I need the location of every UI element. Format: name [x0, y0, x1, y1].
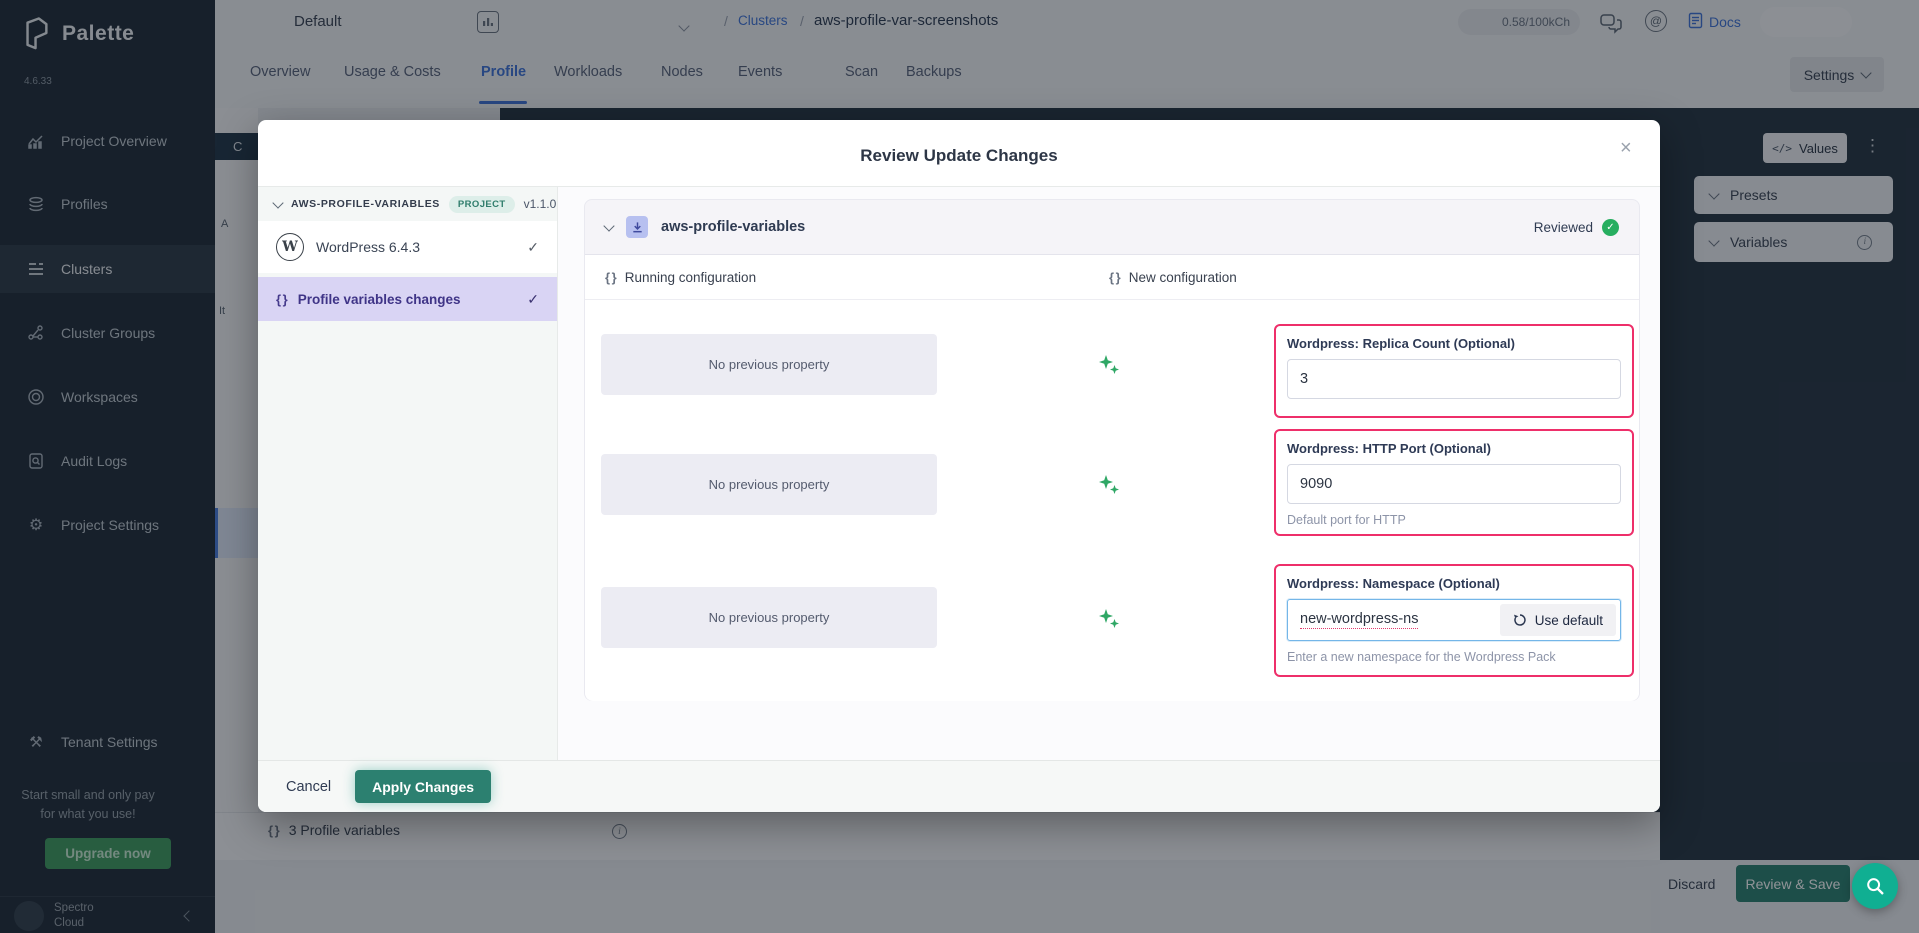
braces-icon: { } — [605, 270, 616, 285]
profile-chevron-icon — [272, 197, 283, 208]
http-port-helper: Default port for HTTP — [1287, 513, 1621, 527]
http-port-field-group: Wordpress: HTTP Port (Optional) Default … — [1274, 429, 1634, 536]
running-config-column-header: { } Running configuration — [605, 255, 756, 299]
no-previous-property: No previous property — [601, 334, 937, 395]
pack-card-header[interactable]: aws-profile-variables Reviewed ✓ — [585, 200, 1639, 255]
new-value-sparkle-icon — [1097, 353, 1121, 377]
modal-title: Review Update Changes — [258, 146, 1660, 166]
namespace-value[interactable]: new-wordpress-ns — [1300, 611, 1418, 629]
pack-chevron-icon — [603, 220, 614, 231]
profile-name: AWS-PROFILE-VARIABLES — [291, 198, 440, 210]
pack-icon — [626, 216, 648, 238]
modal-content: aws-profile-variables Reviewed ✓ { } Run… — [558, 186, 1660, 780]
namespace-label: Wordpress: Namespace (Optional) — [1287, 576, 1621, 591]
new-config-column-header: { } New configuration — [1109, 255, 1237, 299]
http-port-label: Wordpress: HTTP Port (Optional) — [1287, 441, 1621, 456]
column-divider — [585, 299, 1639, 300]
no-previous-property: No previous property — [601, 587, 937, 648]
replica-count-field-group: Wordpress: Replica Count (Optional) — [1274, 324, 1634, 418]
config-diff-body: { } Running configuration { } New config… — [585, 255, 1639, 701]
pack-changes-card: aws-profile-variables Reviewed ✓ { } Run… — [584, 199, 1640, 701]
namespace-field-group: Wordpress: Namespace (Optional) new-word… — [1274, 564, 1634, 677]
modal-footer: Cancel Apply Changes — [258, 760, 1660, 812]
modal-left-panel: AWS-PROFILE-VARIABLES PROJECT v1.1.0 W W… — [258, 186, 558, 780]
project-badge: PROJECT — [449, 196, 515, 213]
check-icon: ✓ — [527, 239, 539, 256]
braces-icon: { } — [276, 292, 287, 307]
new-value-sparkle-icon — [1097, 607, 1121, 631]
profile-version: v1.1.0 — [524, 197, 557, 211]
help-fab[interactable] — [1852, 863, 1898, 909]
replica-count-input[interactable] — [1287, 359, 1621, 399]
reviewed-status: Reviewed ✓ — [1534, 219, 1619, 236]
history-icon — [1513, 613, 1527, 627]
close-icon[interactable]: × — [1620, 138, 1632, 158]
use-default-button[interactable]: Use default — [1500, 604, 1616, 636]
no-previous-property: No previous property — [601, 454, 937, 515]
pack-item-profile-variables[interactable]: { } Profile variables changes ✓ — [258, 277, 557, 321]
magnifier-icon — [1865, 876, 1885, 896]
profile-header[interactable]: AWS-PROFILE-VARIABLES PROJECT v1.1.0 — [258, 187, 558, 221]
cancel-button[interactable]: Cancel — [286, 779, 331, 795]
namespace-helper: Enter a new namespace for the Wordpress … — [1287, 650, 1621, 664]
http-port-input[interactable] — [1287, 464, 1621, 504]
wordpress-logo-icon: W — [276, 233, 304, 261]
review-update-changes-modal: Review Update Changes × AWS-PROFILE-VARI… — [258, 120, 1660, 812]
pack-item-wordpress[interactable]: W WordPress 6.4.3 ✓ — [258, 221, 557, 273]
check-icon: ✓ — [527, 291, 539, 308]
screen: Default / Clusters / aws-profile-var-scr… — [0, 0, 1919, 933]
new-value-sparkle-icon — [1097, 473, 1121, 497]
reviewed-check-icon: ✓ — [1602, 219, 1619, 236]
apply-changes-button[interactable]: Apply Changes — [355, 770, 491, 803]
namespace-input[interactable]: new-wordpress-ns Use default — [1287, 599, 1621, 641]
replica-count-label: Wordpress: Replica Count (Optional) — [1287, 336, 1621, 351]
braces-icon: { } — [1109, 270, 1120, 285]
